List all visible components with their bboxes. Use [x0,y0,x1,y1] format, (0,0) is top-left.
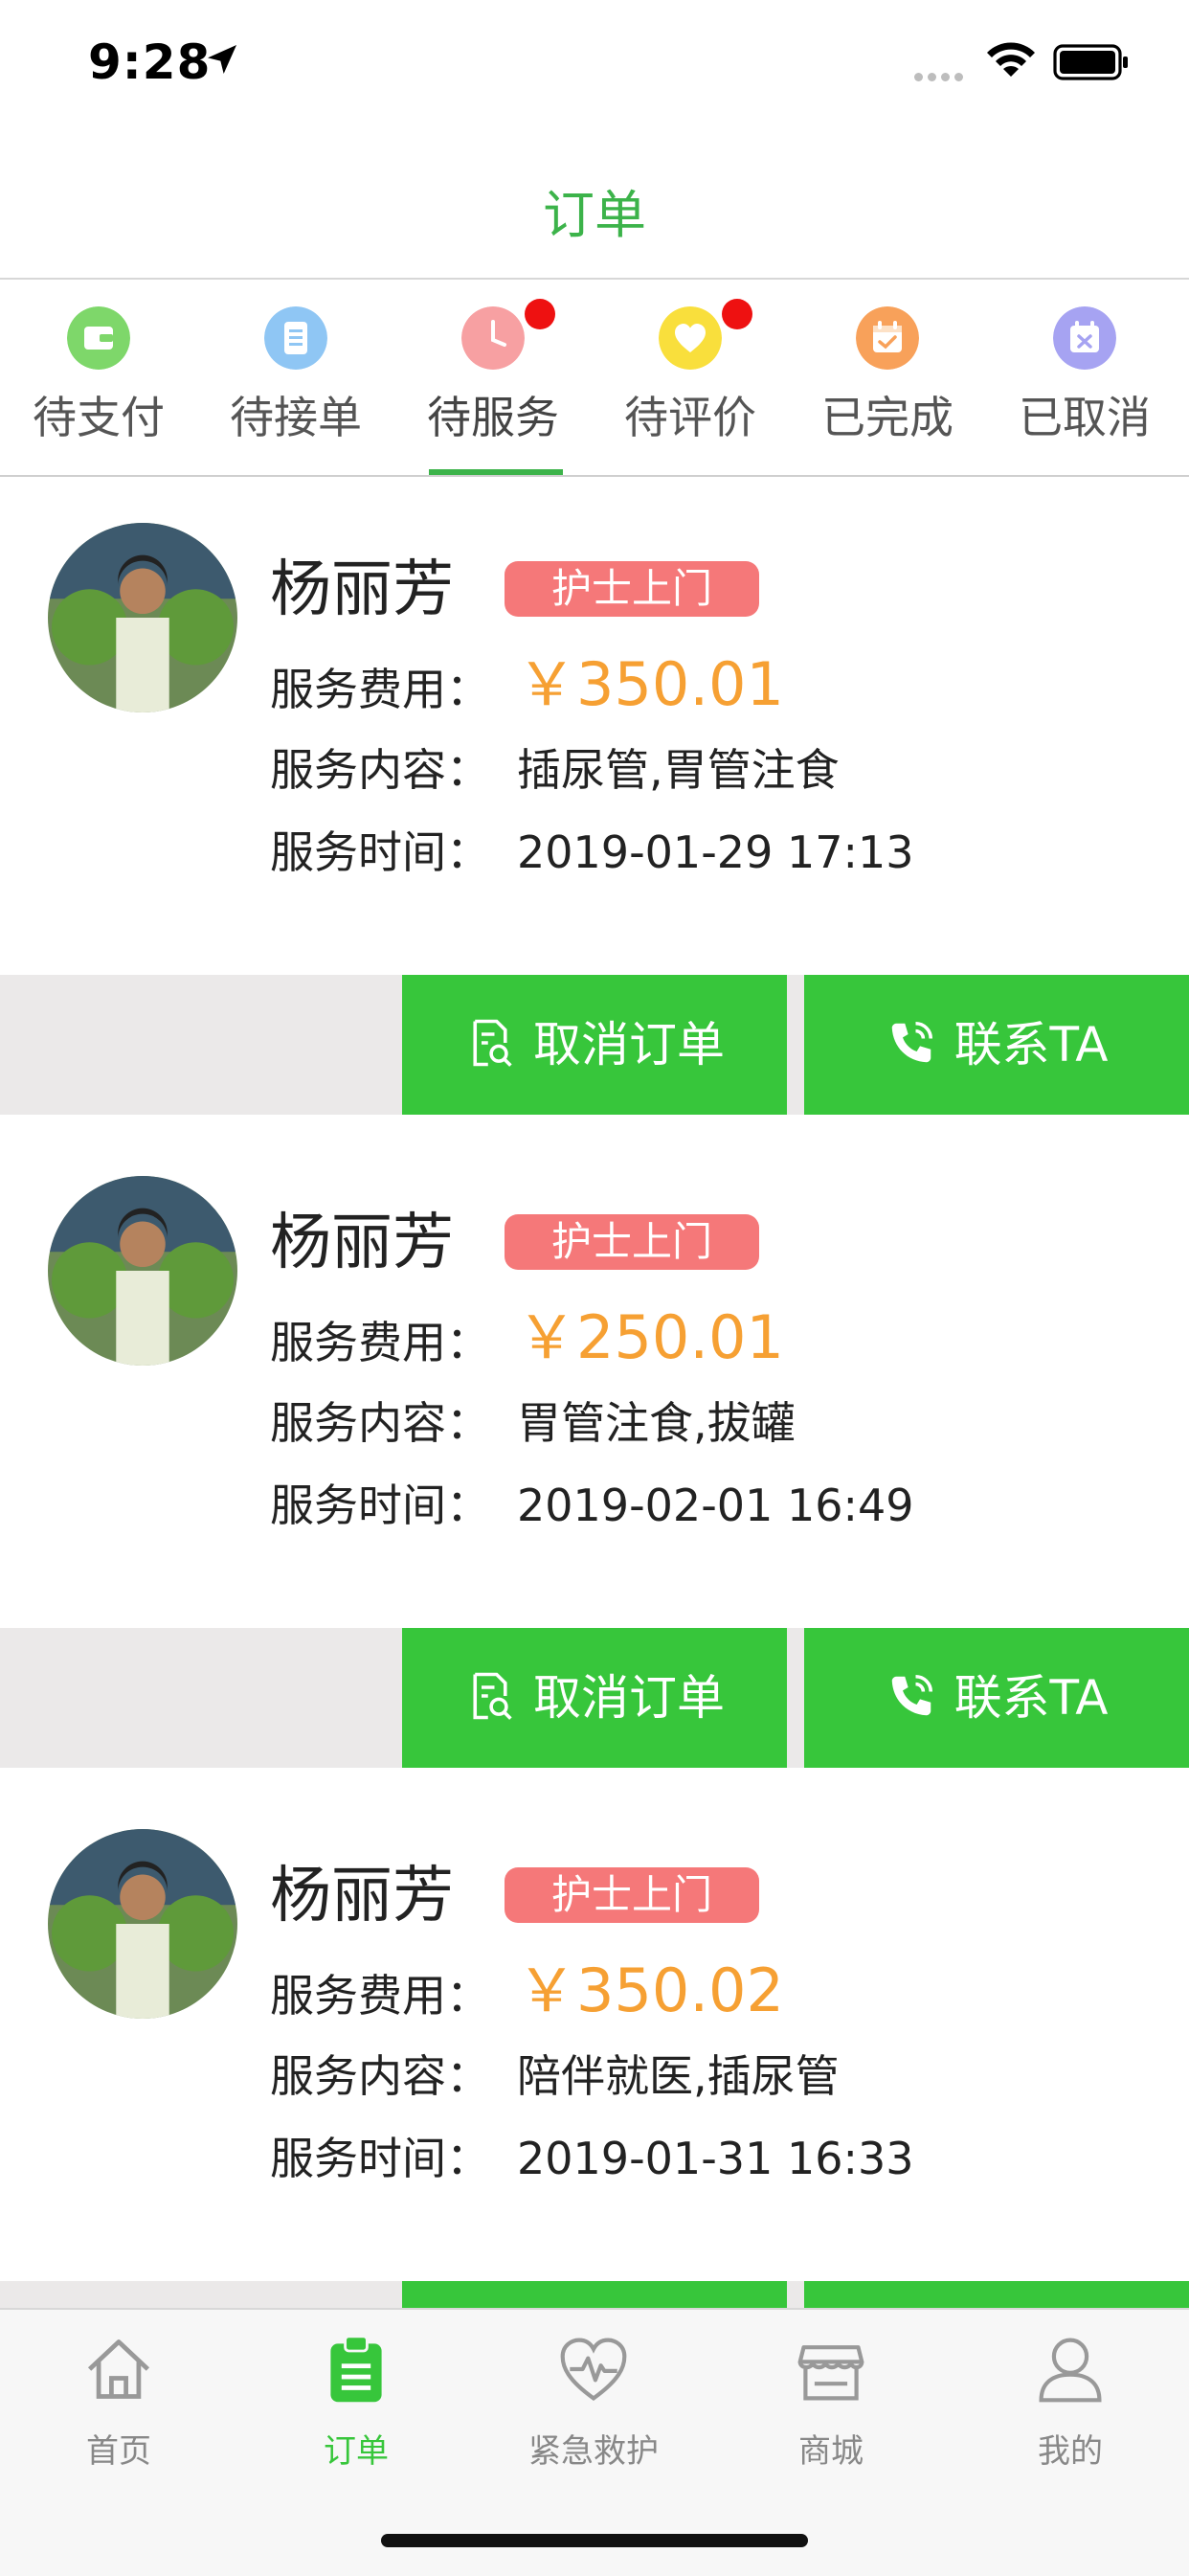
calendar-check-icon [856,306,919,370]
nurse-name: 杨丽芳 [270,554,454,625]
phone-icon [891,1021,932,1062]
tabbar-label: 我的 [1038,2432,1103,2471]
time-row: 服务时间： 2019-01-29 17:13 [270,818,914,881]
tab-label: 已完成 [821,392,953,443]
fee-label: 服务费用： [270,1317,490,1368]
contact-label: 联系TA [953,1670,1109,1726]
status-bar: 9:28 [0,0,1189,124]
tab-label: 待服务 [427,392,559,443]
time-label: 服务时间： [270,2133,490,2184]
tabbar-label: 商城 [798,2432,864,2471]
store-icon [797,2345,864,2401]
tab-pending-service[interactable]: 待服务 [394,287,592,475]
time-row: 服务时间： 2019-02-01 16:49 [270,1471,914,1534]
fee-value: ￥350.01 [517,649,784,719]
content-label: 服务内容： [270,2050,490,2102]
service-type-badge: 护士上门 [505,1867,759,1923]
divider [0,278,1189,280]
contact-button[interactable]: 联系TA [804,975,1189,1115]
home-icon [87,2339,150,2399]
time-label: 服务时间： [270,1480,490,1531]
cancel-order-label: 取消订单 [533,1017,725,1073]
page-title: 订单 [543,185,646,245]
tabbar-emergency[interactable]: 紧急救护 [475,2310,712,2482]
tabbar-label: 首页 [86,2432,151,2471]
tab-label: 待接单 [230,392,362,443]
content-value: 胃管注食,拔罐 [517,1397,796,1449]
fee-row: 服务费用： ￥350.02 [270,1942,784,2028]
fee-value: ￥250.01 [517,1302,784,1372]
fee-row: 服务费用： ￥350.01 [270,636,784,722]
tab-pending-review[interactable]: 待评价 [592,287,789,475]
tabbar-orders[interactable]: 订单 [237,2310,475,2482]
document-search-icon [473,1672,512,1720]
tab-label: 待评价 [624,392,756,443]
content-label: 服务内容： [270,1397,490,1449]
fee-value: ￥350.02 [517,1955,784,2025]
tab-cancelled[interactable]: 已取消 [986,287,1183,475]
clock-icon [461,306,525,370]
document-search-icon [473,1019,512,1067]
clipboard-icon [330,2335,382,2403]
home-indicator [381,2534,808,2547]
tab-pending-accept[interactable]: 待接单 [197,287,394,475]
fee-label: 服务费用： [270,1970,490,2022]
heart-icon [659,306,722,370]
calendar-x-icon [1053,306,1116,370]
battery-icon [1053,44,1128,80]
cancel-order-button[interactable]: 取消订单 [402,975,787,1115]
service-type-badge: 护士上门 [505,1214,759,1270]
time-label: 服务时间： [270,826,490,878]
tab-pending-payment[interactable]: 待支付 [0,287,197,475]
heartbeat-icon [560,2338,627,2401]
tabbar-home[interactable]: 首页 [0,2310,237,2482]
content-row: 服务内容： 陪伴就医,插尿管 [270,2042,840,2105]
cancel-order-label: 取消订单 [533,1670,725,1726]
notification-dot [722,299,752,329]
tab-label: 已取消 [1019,392,1151,443]
content-row: 服务内容： 插尿管,胃管注食 [270,735,840,799]
tabbar-label: 订单 [324,2432,389,2471]
wifi-icon [987,42,1035,77]
tabbar-label: 紧急救护 [528,2432,659,2471]
time-value: 2019-01-29 17:13 [517,826,914,878]
signal-icon [914,67,968,85]
content-value: 插尿管,胃管注食 [517,744,840,796]
content-value: 陪伴就医,插尿管 [517,2050,840,2102]
order-card: 杨丽芳 护士上门 服务费用： ￥350.01 服务内容： 插尿管,胃管注食 服务时间… [0,477,1189,1130]
avatar[interactable] [48,1829,237,2019]
notification-dot [525,299,555,329]
tabbar-store[interactable]: 商城 [712,2310,950,2482]
fee-row: 服务费用： ￥250.01 [270,1289,784,1375]
tabbar-profile[interactable]: 我的 [952,2310,1189,2482]
tab-completed[interactable]: 已完成 [789,287,986,475]
nurse-name: 杨丽芳 [270,1208,454,1278]
user-icon [1039,2338,1102,2403]
phone-icon [891,1674,932,1715]
service-type-badge: 护士上门 [505,561,759,617]
avatar[interactable] [48,1176,237,1366]
tab-label: 待支付 [33,392,165,443]
wallet-icon [67,306,130,370]
contact-button[interactable]: 联系TA [804,1628,1189,1768]
list-icon [264,306,327,370]
status-time: 9:28 [88,34,212,90]
time-value: 2019-02-01 16:49 [517,1480,914,1531]
avatar[interactable] [48,523,237,712]
content-label: 服务内容： [270,744,490,796]
cancel-order-button[interactable]: 取消订单 [402,1628,787,1768]
location-arrow-icon [208,45,236,74]
content-row: 服务内容： 胃管注食,拔罐 [270,1389,796,1452]
nurse-name: 杨丽芳 [270,1861,454,1932]
contact-label: 联系TA [953,1017,1109,1073]
time-row: 服务时间： 2019-01-31 16:33 [270,2124,914,2187]
fee-label: 服务费用： [270,664,490,715]
time-value: 2019-01-31 16:33 [517,2133,914,2184]
order-card: 杨丽芳 护士上门 服务费用： ￥250.01 服务内容： 胃管注食,拔罐 服务时间：… [0,1130,1189,1783]
